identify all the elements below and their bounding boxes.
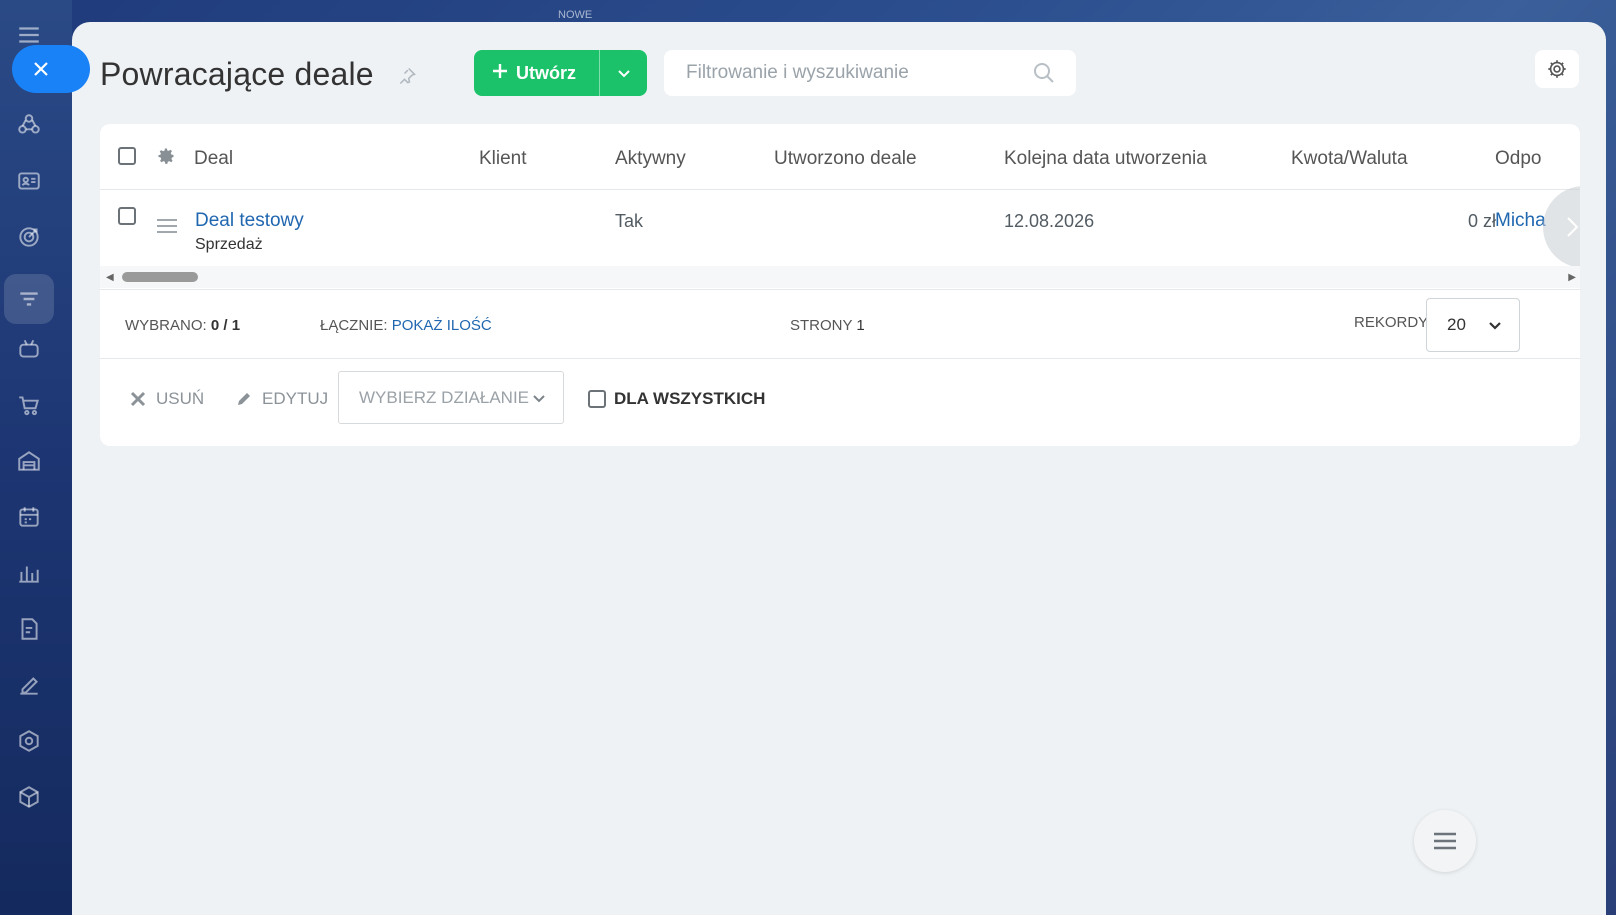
selected-label: WYBRANO: bbox=[125, 317, 207, 334]
pin-icon[interactable] bbox=[397, 66, 417, 91]
selected-count: WYBRANO: 0 / 1 bbox=[125, 317, 240, 334]
grid-footer: WYBRANO: 0 / 1 ŁĄCZNIE: POKAŻ ILOŚĆ STRO… bbox=[100, 289, 1580, 359]
column-header-client[interactable]: Klient bbox=[479, 148, 527, 170]
pages-info: STRONY 1 bbox=[790, 317, 865, 334]
list-menu-button[interactable] bbox=[1414, 810, 1476, 872]
deal-title-link[interactable]: Deal testowy bbox=[195, 210, 304, 232]
records-label: REKORDY: bbox=[1354, 314, 1432, 331]
pencil-icon bbox=[238, 393, 250, 405]
choose-action-label: WYBIERZ DZIAŁANIE bbox=[359, 387, 530, 407]
list-icon bbox=[1434, 832, 1456, 850]
main-panel: Powracające deale Utwórz Deal K bbox=[72, 22, 1606, 915]
create-main-button[interactable]: Utwórz bbox=[474, 50, 600, 96]
warehouse-icon[interactable] bbox=[14, 446, 44, 476]
column-header-created-deals[interactable]: Utworzono deale bbox=[774, 148, 917, 170]
chevron-right-icon bbox=[1567, 217, 1579, 237]
page-number[interactable]: 1 bbox=[856, 317, 864, 334]
show-count-link[interactable]: POKAŻ ILOŚĆ bbox=[392, 317, 492, 334]
scroll-right-arrow-icon[interactable]: ▶ bbox=[1568, 272, 1576, 283]
top-hint: NOWE bbox=[558, 9, 593, 21]
column-settings-gear-icon[interactable] bbox=[156, 146, 176, 171]
create-button[interactable]: Utwórz bbox=[474, 50, 647, 96]
gear-icon bbox=[1548, 60, 1566, 78]
close-slider-button[interactable] bbox=[12, 45, 90, 93]
create-label: Utwórz bbox=[516, 62, 576, 83]
edit-button[interactable]: EDYTUJ bbox=[236, 389, 328, 409]
cell-amount: 0 zł bbox=[1467, 211, 1496, 231]
target-icon[interactable] bbox=[14, 222, 44, 252]
create-dropdown-button[interactable] bbox=[600, 66, 647, 80]
chevron-down-icon bbox=[533, 395, 545, 403]
calendar-icon[interactable] bbox=[14, 502, 44, 532]
for-all-label: DLA WSZYSTKICH bbox=[614, 389, 766, 408]
pages-label: STRONY bbox=[790, 317, 853, 334]
page-title: Powracające deale bbox=[100, 56, 374, 92]
deals-grid: Deal Klient Aktywny Utworzono deale Kole… bbox=[100, 124, 1580, 446]
robot-icon[interactable] bbox=[14, 334, 44, 364]
selected-value: 0 / 1 bbox=[210, 317, 241, 334]
document-icon[interactable] bbox=[14, 614, 44, 644]
for-all-checkbox[interactable] bbox=[588, 390, 606, 408]
column-header-next-date[interactable]: Kolejna data utworzenia bbox=[1004, 148, 1207, 170]
column-header-active[interactable]: Aktywny bbox=[615, 148, 686, 170]
cart-icon[interactable] bbox=[14, 390, 44, 420]
delete-label: USUŃ bbox=[156, 389, 205, 408]
search-box[interactable] bbox=[664, 50, 1076, 96]
records-per-page-select[interactable]: 20 bbox=[1426, 298, 1520, 352]
cell-next-date: 12.08.2026 bbox=[1004, 211, 1095, 231]
row-checkbox[interactable] bbox=[118, 207, 136, 225]
chevron-down-icon bbox=[1489, 322, 1501, 330]
cube-icon[interactable] bbox=[14, 782, 44, 812]
horizontal-scrollbar[interactable]: ◀ ▶ bbox=[100, 266, 1580, 288]
hexagon-icon[interactable] bbox=[14, 726, 44, 756]
for-all-toggle[interactable]: DLA WSZYSTKICH bbox=[588, 389, 765, 409]
cell-active: Tak bbox=[615, 211, 644, 231]
scroll-left-arrow-icon[interactable]: ◀ bbox=[106, 272, 114, 283]
column-header-amount[interactable]: Kwota/Waluta bbox=[1291, 148, 1408, 170]
group-actions-bar: USUŃ EDYTUJ WYBIERZ DZIAŁANIE DLA WSZYST… bbox=[100, 359, 1580, 446]
close-icon bbox=[130, 391, 146, 407]
deal-subtitle: Sprzedaż bbox=[195, 236, 263, 253]
left-sidebar bbox=[0, 0, 72, 915]
edit-label: EDYTUJ bbox=[262, 389, 329, 408]
search-icon[interactable] bbox=[1032, 61, 1056, 90]
crm-icon[interactable] bbox=[14, 110, 44, 140]
cell-responsible-link[interactable]: Micha bbox=[1495, 210, 1546, 232]
search-input[interactable] bbox=[686, 62, 1026, 84]
sign-icon[interactable] bbox=[14, 670, 44, 700]
chart-icon[interactable] bbox=[14, 558, 44, 588]
records-value: 20 bbox=[1447, 315, 1466, 334]
row-menu-icon[interactable] bbox=[156, 218, 178, 239]
filter-icon[interactable] bbox=[14, 284, 44, 314]
column-header-deal[interactable]: Deal bbox=[194, 148, 233, 170]
settings-button[interactable] bbox=[1535, 50, 1579, 88]
scrollbar-thumb[interactable] bbox=[122, 272, 198, 282]
grid-header-row: Deal Klient Aktywny Utworzono deale Kole… bbox=[100, 124, 1580, 190]
contacts-icon[interactable] bbox=[14, 166, 44, 196]
total-label: ŁĄCZNIE: bbox=[320, 317, 388, 334]
total-count: ŁĄCZNIE: POKAŻ ILOŚĆ bbox=[320, 317, 492, 334]
plus-icon bbox=[492, 63, 508, 84]
close-icon bbox=[34, 62, 48, 76]
chevron-down-icon bbox=[617, 70, 630, 78]
select-all-checkbox[interactable] bbox=[118, 147, 136, 165]
table-row[interactable]: Deal testowy Sprzedaż Tak 12.08.2026 0 z… bbox=[100, 190, 1580, 276]
column-header-responsible[interactable]: Odpo bbox=[1495, 148, 1541, 170]
delete-button[interactable]: USUŃ bbox=[130, 389, 204, 409]
choose-action-select[interactable]: WYBIERZ DZIAŁANIE bbox=[338, 371, 564, 424]
